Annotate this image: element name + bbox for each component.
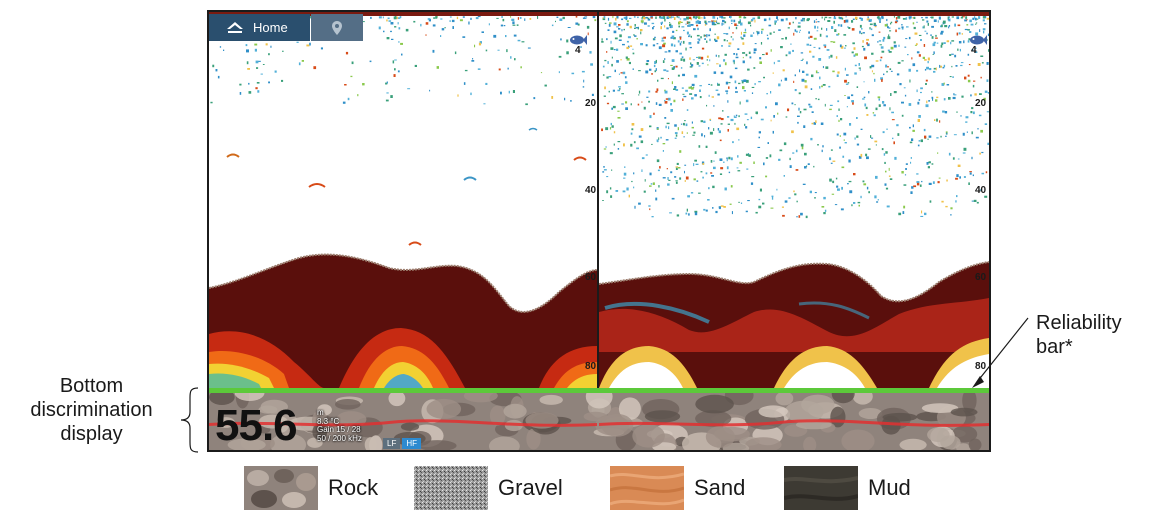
callout-line: discrimination	[30, 399, 153, 421]
callout-line: bar*	[1036, 336, 1073, 358]
legend-label: Rock	[328, 475, 379, 500]
bottom-type-legend: Rock Gravel Sand Mud	[0, 466, 1152, 510]
callout-line: Reliability	[1036, 312, 1122, 334]
callout-line: Bottom	[59, 375, 124, 397]
rock-swatch	[244, 466, 318, 510]
callout-line: display	[60, 423, 123, 445]
gravel-swatch	[414, 466, 488, 510]
sand-swatch	[610, 466, 684, 510]
callout-arrow-line	[976, 317, 1029, 383]
legend-label: Sand	[694, 475, 746, 500]
brace-bracket	[180, 387, 199, 453]
legend-label: Gravel	[498, 475, 563, 500]
legend-label: Mud	[868, 475, 911, 500]
mud-swatch	[784, 466, 858, 510]
bottom-discrimination-callout: Bottom discrimination display	[8, 374, 175, 446]
callout-arrow-head	[972, 376, 984, 388]
reliability-callout: Reliability bar*	[1036, 311, 1122, 359]
